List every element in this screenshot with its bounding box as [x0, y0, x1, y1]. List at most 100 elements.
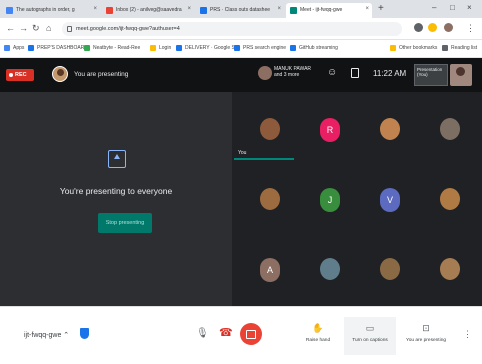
bookmark-item[interactable]: Other bookmarks	[390, 45, 437, 51]
participant-tile[interactable]	[360, 108, 420, 156]
maximize-icon[interactable]: □	[450, 3, 455, 12]
bookmark-favicon	[290, 45, 296, 51]
home-icon[interactable]: ⌂	[46, 23, 51, 33]
avatar	[380, 118, 400, 140]
bookmark-item[interactable]: Apps	[4, 45, 24, 51]
browser-tab-strip: The autographs in order, g × Inbox (2) -…	[0, 0, 482, 18]
close-icon[interactable]: ×	[365, 6, 369, 12]
participant-tile[interactable]	[240, 178, 300, 226]
reload-icon[interactable]: ↻	[32, 23, 40, 33]
raise-hand-button[interactable]: ✋ Raise hand	[292, 317, 344, 355]
profile-avatar[interactable]	[444, 23, 453, 32]
bookmark-label: PREP'S DASHBOARD	[37, 45, 88, 51]
participant-tile[interactable]	[360, 248, 420, 296]
record-dot-icon	[9, 73, 13, 77]
bookmark-favicon	[28, 45, 34, 51]
captions-icon: ▭	[365, 323, 375, 333]
presenting-message: You're presenting to everyone	[59, 186, 173, 196]
meeting-code-text: ijt-fwqq-gwe	[24, 332, 62, 339]
participant-tile[interactable]	[300, 248, 360, 296]
back-icon[interactable]: ←	[6, 23, 15, 33]
avatar	[440, 118, 460, 140]
bookmark-favicon	[150, 45, 156, 51]
bookmark-item[interactable]: GitHub streaming	[290, 45, 338, 51]
browser-tab[interactable]: Inbox (2) - anilveg@saavedra ×	[102, 3, 194, 18]
participant-tile[interactable]: A	[240, 248, 300, 296]
bookmark-item[interactable]: Login	[150, 45, 171, 51]
close-icon[interactable]: ×	[187, 6, 191, 12]
bookmark-item[interactable]: PRS search engine	[234, 45, 286, 51]
present-screen-icon	[108, 150, 126, 168]
participant-tile[interactable]: V	[360, 178, 420, 226]
participant-tile[interactable]	[420, 108, 480, 156]
bookmark-favicon	[390, 45, 396, 51]
tab-label: PRS · Class outs datashee	[210, 7, 271, 13]
forward-icon[interactable]: →	[19, 23, 28, 33]
avatar	[320, 258, 340, 280]
close-icon[interactable]: ×	[93, 6, 97, 12]
bookmark-item[interactable]: DELIVERY · Google S	[176, 45, 235, 51]
clock: 11:22 AM	[373, 69, 407, 78]
avatar	[260, 118, 280, 140]
browser-tab[interactable]: The autographs in order, g ×	[2, 3, 100, 18]
bookmark-item[interactable]: Neatbyte - Read-Ree	[84, 45, 140, 51]
avatar	[260, 188, 280, 210]
meet-top-bar: REC You are presenting MANUK PAWAR and 3…	[0, 58, 482, 92]
meeting-code: ijt-fwqq-gwe ⌃	[24, 332, 70, 339]
bookmark-label: GitHub streaming	[299, 45, 338, 51]
bookmark-label: Reading list	[451, 45, 478, 51]
present-icon: ⊡	[422, 323, 430, 333]
avatar	[380, 258, 400, 280]
captions-label: Turn on captions	[352, 338, 388, 343]
more-options-icon[interactable]: ⋮	[463, 329, 472, 339]
browser-tab-active[interactable]: Meet - ijt-fwqq-gwe ×	[286, 3, 372, 18]
browser-address-bar: ← → ↻ ⌂ meet.google.com/ijt-fwqq-gwe?aut…	[0, 18, 482, 40]
participant-tile[interactable]: R	[300, 108, 360, 156]
bookmark-favicon	[176, 45, 182, 51]
self-view-thumbnail[interactable]	[450, 64, 472, 86]
presentation-thumbnail-label: Presentation (You)	[417, 67, 443, 77]
bookmark-item[interactable]: PREP'S DASHBOARD	[28, 45, 88, 51]
hangup-icon[interactable]: ☎	[219, 327, 233, 339]
recording-badge: REC	[6, 69, 34, 81]
browser-tab[interactable]: PRS · Class outs datashee ×	[196, 3, 284, 18]
extension-icon[interactable]	[414, 23, 423, 32]
avatar: V	[380, 188, 400, 212]
hand-icon: ✋	[312, 323, 324, 333]
recording-label: REC	[15, 72, 27, 78]
extension-icon[interactable]	[428, 23, 437, 32]
tab-favicon	[200, 7, 207, 14]
avatar	[440, 258, 460, 280]
participant-tile[interactable]	[240, 108, 300, 156]
url-input[interactable]: meet.google.com/ijt-fwqq-gwe?authuser=4	[62, 22, 402, 36]
participant-tile[interactable]: J	[300, 178, 360, 226]
people-icon[interactable]: ☺	[327, 68, 337, 78]
new-tab-button[interactable]: +	[378, 3, 384, 15]
bookmarks-bar: Apps PREP'S DASHBOARD Neatbyte - Read-Re…	[0, 40, 482, 58]
minimize-icon[interactable]: –	[432, 3, 436, 12]
shield-icon[interactable]	[80, 328, 89, 339]
meet-stage: REC You are presenting MANUK PAWAR and 3…	[0, 58, 482, 306]
avatar: J	[320, 188, 340, 212]
chat-icon[interactable]	[351, 68, 359, 78]
active-speaker-bar	[234, 158, 294, 160]
participant-tile[interactable]	[420, 248, 480, 296]
presenting-panel: You're presenting to everyone Stop prese…	[0, 92, 232, 306]
close-icon[interactable]: ×	[277, 6, 281, 12]
camera-off-button[interactable]	[240, 323, 262, 345]
bookmark-label: Neatbyte - Read-Ree	[93, 45, 141, 51]
presenting-button[interactable]: ⊡ You are presenting	[400, 317, 452, 355]
stop-presenting-button[interactable]: Stop presenting	[98, 213, 152, 233]
bookmark-favicon	[234, 45, 240, 51]
bookmark-item[interactable]: Reading list	[442, 45, 477, 51]
captions-button[interactable]: ▭ Turn on captions	[344, 317, 396, 355]
participant-tile[interactable]	[420, 178, 480, 226]
tab-label: Inbox (2) - anilveg@saavedra	[116, 7, 182, 13]
mic-icon[interactable]: 🎙	[196, 328, 209, 340]
menu-icon[interactable]: ⋮	[466, 23, 475, 33]
close-window-icon[interactable]: ×	[467, 3, 472, 12]
tab-label: The autographs in order, g	[16, 7, 75, 13]
avatar	[258, 66, 272, 80]
presentation-thumbnail[interactable]: Presentation (You)	[414, 64, 448, 86]
lock-icon	[67, 26, 72, 32]
